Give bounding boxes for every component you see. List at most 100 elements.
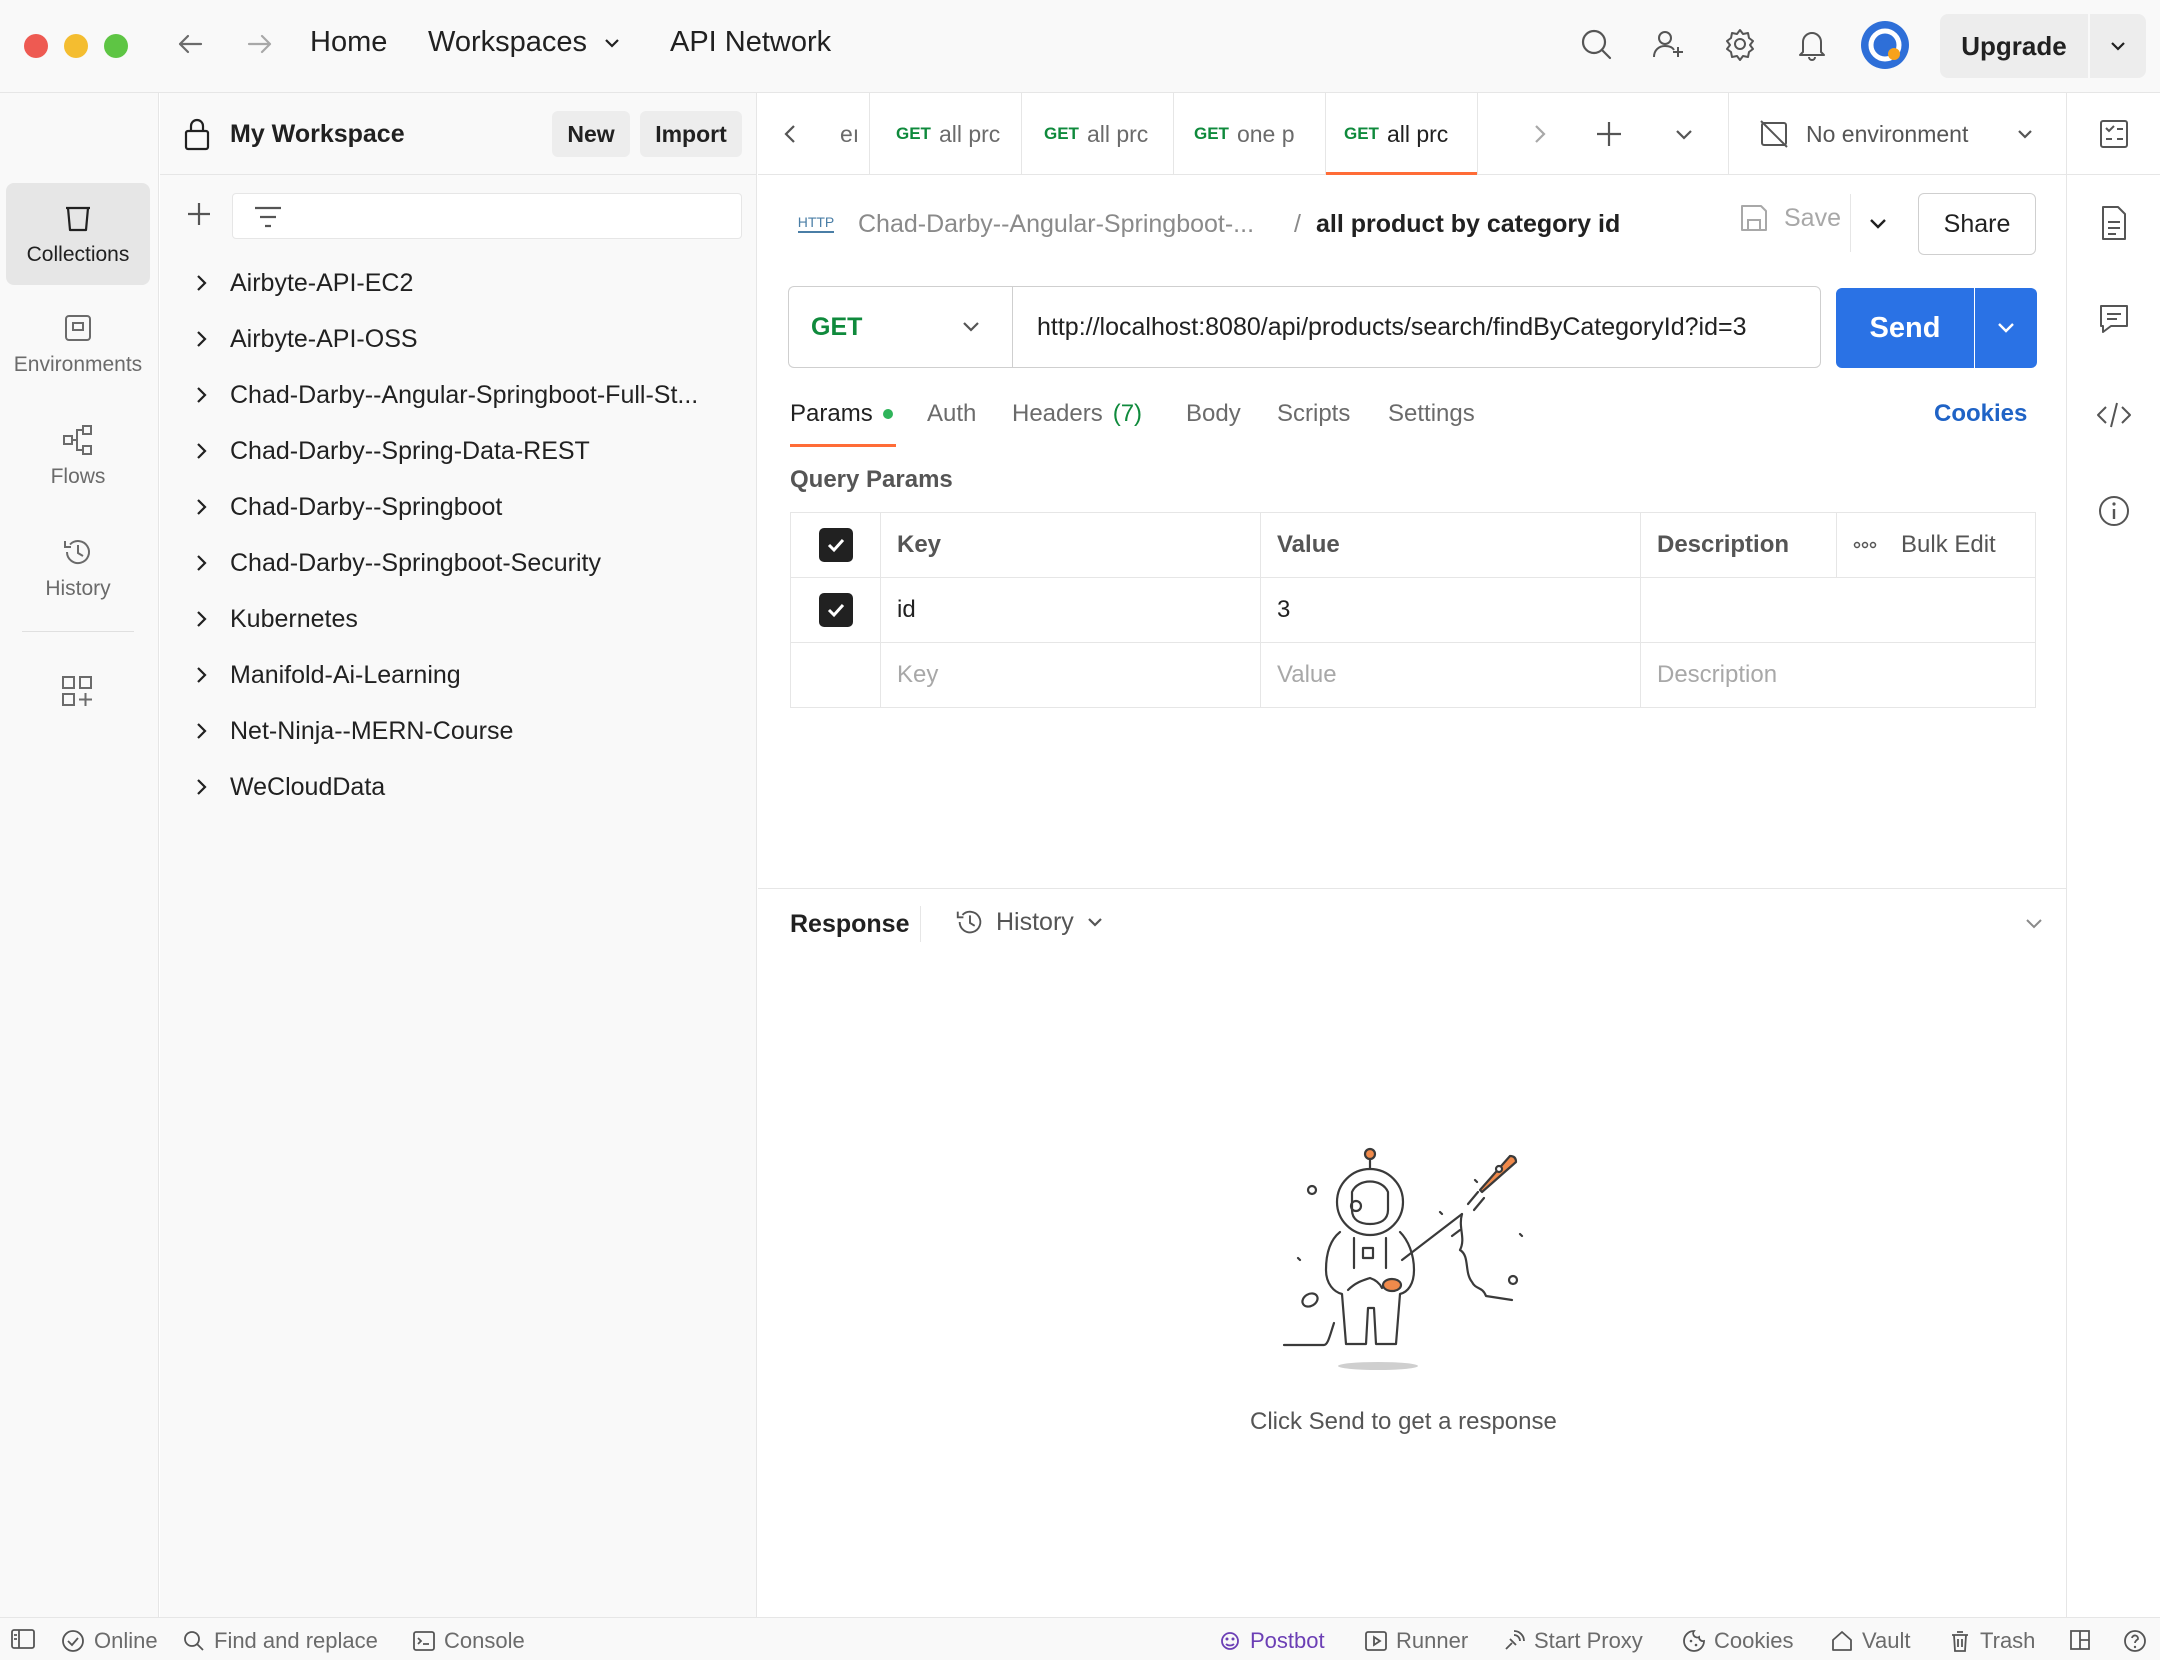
- cookies-link[interactable]: Cookies: [1934, 400, 2027, 428]
- chevron-right-icon[interactable]: [190, 384, 230, 406]
- home-link[interactable]: Home: [310, 26, 387, 59]
- param-description-input[interactable]: [1640, 577, 2036, 643]
- share-button[interactable]: Share: [1918, 193, 2036, 255]
- tabs-scroll-right-icon[interactable]: [1526, 121, 1552, 147]
- chevron-right-icon[interactable]: [190, 440, 230, 462]
- runner-button[interactable]: Runner: [1364, 1628, 1468, 1654]
- help-icon[interactable]: [2122, 1628, 2148, 1654]
- info-icon[interactable]: [2094, 491, 2134, 531]
- request-tab[interactable]: GET one p: [1174, 93, 1326, 175]
- new-description-input[interactable]: Description: [1640, 642, 2036, 708]
- add-workbench-icon[interactable]: [59, 673, 95, 709]
- breadcrumb-collection[interactable]: Chad-Darby--Angular-Springboot-...: [858, 210, 1254, 239]
- start-proxy-button[interactable]: Start Proxy: [1502, 1628, 1643, 1654]
- workspaces-menu[interactable]: Workspaces: [428, 26, 623, 59]
- rail-environments[interactable]: Environments: [6, 293, 150, 395]
- minimize-window-button[interactable]: [64, 34, 88, 58]
- tab-body[interactable]: Body: [1186, 400, 1241, 428]
- chevron-right-icon[interactable]: [190, 608, 230, 630]
- collection-item[interactable]: Chad-Darby--Springboot: [190, 479, 502, 535]
- notifications-bell-icon[interactable]: [1790, 22, 1834, 66]
- comments-icon[interactable]: [2094, 299, 2134, 339]
- upgrade-button[interactable]: Upgrade: [1940, 14, 2088, 78]
- chevron-right-icon[interactable]: [190, 552, 230, 574]
- collection-item[interactable]: Chad-Darby--Spring-Data-REST: [190, 423, 590, 479]
- param-enabled-cell[interactable]: [790, 577, 881, 643]
- collection-item[interactable]: Chad-Darby--Angular-Springboot-Full-St..…: [190, 367, 698, 423]
- vault-button[interactable]: Vault: [1830, 1628, 1911, 1654]
- new-tab-plus-icon[interactable]: [1594, 119, 1624, 149]
- chevron-right-icon[interactable]: [190, 664, 230, 686]
- online-status[interactable]: Online: [60, 1628, 158, 1654]
- request-name[interactable]: all product by category id: [1316, 210, 1620, 239]
- settings-gear-icon[interactable]: [1718, 22, 1762, 66]
- add-collection-icon[interactable]: [184, 199, 214, 229]
- collapse-response-chevron-icon[interactable]: [2022, 912, 2046, 936]
- request-tab-active[interactable]: GET all prc: [1326, 93, 1478, 175]
- environment-selector[interactable]: No environment: [1758, 115, 2036, 153]
- new-button[interactable]: New: [552, 111, 630, 157]
- tab-headers[interactable]: Headers (7): [1012, 400, 1142, 428]
- method-select[interactable]: GET: [788, 286, 1012, 368]
- collection-item[interactable]: Manifold-Ai-Learning: [190, 647, 461, 703]
- import-button[interactable]: Import: [640, 111, 742, 157]
- param-enabled-checkbox[interactable]: [818, 593, 853, 627]
- chevron-right-icon[interactable]: [190, 720, 230, 742]
- find-and-replace-button[interactable]: Find and replace: [182, 1628, 378, 1654]
- forward-arrow-icon[interactable]: [238, 22, 282, 66]
- response-history-dropdown[interactable]: History: [954, 906, 1106, 938]
- filter-collections-input[interactable]: [232, 193, 742, 239]
- tab-auth[interactable]: Auth: [927, 400, 976, 428]
- url-input[interactable]: http://localhost:8080/api/products/searc…: [1012, 286, 1821, 368]
- two-pane-layout-icon[interactable]: [2068, 1628, 2092, 1652]
- collection-item[interactable]: Net-Ninja--MERN-Course: [190, 703, 513, 759]
- new-key-input[interactable]: Key: [880, 642, 1261, 708]
- invite-user-icon[interactable]: [1646, 22, 1690, 66]
- collection-item[interactable]: Airbyte-API-EC2: [190, 255, 413, 311]
- chevron-right-icon[interactable]: [190, 328, 230, 350]
- save-dropdown-chevron-icon[interactable]: [1866, 212, 1890, 236]
- bulk-edit-button[interactable]: Bulk Edit: [1901, 531, 1996, 559]
- back-arrow-icon[interactable]: [168, 22, 212, 66]
- params-select-all-cell[interactable]: [790, 512, 881, 578]
- chevron-right-icon[interactable]: [190, 776, 230, 798]
- collection-item[interactable]: WeCloudData: [190, 759, 385, 815]
- environment-quicklook-icon[interactable]: [2067, 93, 2160, 175]
- rail-collections[interactable]: Collections: [6, 183, 150, 285]
- select-all-checkbox[interactable]: [818, 528, 853, 562]
- request-tab[interactable]: eı: [840, 93, 870, 175]
- search-icon[interactable]: [1574, 22, 1618, 66]
- upgrade-dropdown-button[interactable]: [2090, 14, 2146, 78]
- tab-settings[interactable]: Settings: [1388, 400, 1475, 428]
- console-button[interactable]: Console: [412, 1628, 525, 1654]
- send-button[interactable]: Send: [1836, 288, 1974, 368]
- chevron-right-icon[interactable]: [190, 496, 230, 518]
- documentation-icon[interactable]: [2094, 203, 2134, 243]
- code-snippet-icon[interactable]: [2094, 395, 2134, 435]
- tabs-scroll-left-icon[interactable]: [778, 121, 804, 147]
- cookies-button[interactable]: Cookies: [1682, 1628, 1793, 1654]
- api-network-link[interactable]: API Network: [670, 26, 831, 59]
- request-response-splitter[interactable]: [758, 888, 2066, 889]
- rail-history[interactable]: History: [6, 517, 150, 619]
- param-key-input[interactable]: id: [880, 577, 1261, 643]
- toggle-sidebar-icon[interactable]: [10, 1628, 36, 1650]
- tabs-overflow-chevron-icon[interactable]: [1672, 123, 1696, 147]
- postbot-button[interactable]: Postbot: [1218, 1628, 1325, 1654]
- tab-params[interactable]: Params: [790, 400, 893, 428]
- close-window-button[interactable]: [24, 34, 48, 58]
- collection-item[interactable]: Kubernetes: [190, 591, 358, 647]
- save-button[interactable]: Save: [1738, 202, 1841, 234]
- avatar[interactable]: [1860, 20, 1910, 70]
- rail-flows[interactable]: Flows: [6, 405, 150, 507]
- request-tab[interactable]: GET all prc: [870, 93, 1022, 175]
- chevron-right-icon[interactable]: [190, 272, 230, 294]
- tab-scripts[interactable]: Scripts: [1277, 400, 1350, 428]
- send-dropdown-button[interactable]: [1975, 288, 2037, 368]
- trash-button[interactable]: Trash: [1948, 1628, 2035, 1654]
- new-value-input[interactable]: Value: [1260, 642, 1641, 708]
- collection-item[interactable]: Airbyte-API-OSS: [190, 311, 418, 367]
- collection-item[interactable]: Chad-Darby--Springboot-Security: [190, 535, 601, 591]
- maximize-window-button[interactable]: [104, 34, 128, 58]
- request-tab[interactable]: GET all prc: [1022, 93, 1174, 175]
